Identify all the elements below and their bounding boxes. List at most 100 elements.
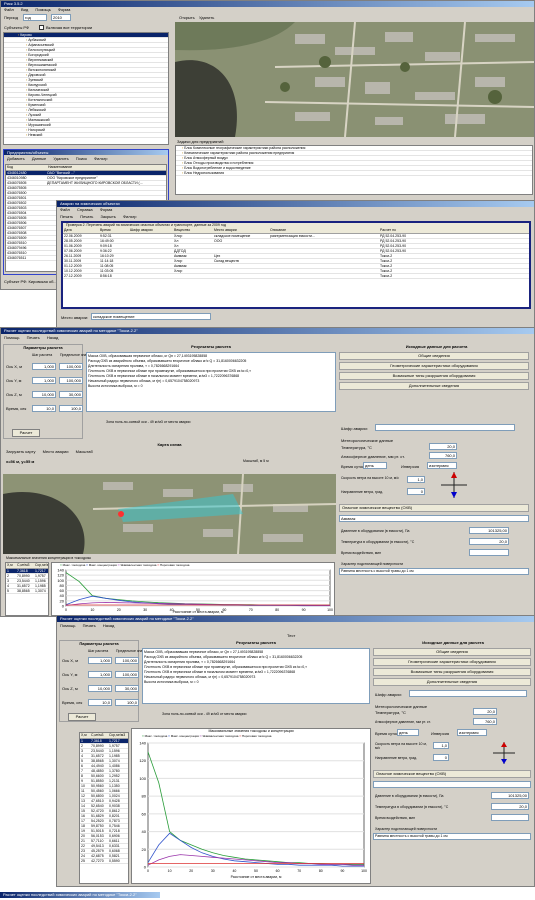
inversion-select[interactable]: изотермия	[427, 462, 457, 469]
chemical-field-4[interactable]	[373, 781, 531, 788]
param-step-field[interactable]: 10,0	[88, 699, 112, 706]
filter-button-2[interactable]: Фильтр	[123, 214, 136, 219]
tree-item[interactable]: ▪ Немский	[4, 133, 168, 138]
accidents-menu-help[interactable]: Справка	[77, 207, 93, 212]
param-max-field[interactable]: 100,0	[59, 405, 83, 412]
direction-field[interactable]: 0	[407, 488, 425, 495]
param-max-field[interactable]: 30,000	[59, 391, 83, 398]
geometry-button[interactable]: Геометрические характеристики оборудован…	[339, 362, 529, 370]
param-step-field[interactable]: 10,000	[88, 685, 112, 692]
param-step-field[interactable]: 10,000	[32, 391, 56, 398]
all-territories-checkbox[interactable]	[39, 25, 44, 30]
time-of-day-select-4[interactable]: день	[397, 729, 419, 736]
accidents-menu-file[interactable]: Файл	[60, 207, 70, 212]
exposure-time-label: Время воздействия, мин	[341, 551, 382, 555]
param-max-field[interactable]: 100,0	[115, 699, 139, 706]
search-button[interactable]: Поиск	[76, 156, 87, 161]
destruction-types-button-4[interactable]: Возможные типы разрушения оборудования	[373, 668, 531, 676]
equip-pressure-field[interactable]: 101325,00	[469, 527, 509, 534]
param-label: Ось Y, м	[62, 672, 78, 677]
year-select[interactable]: 2010	[51, 14, 71, 21]
accidents-menu-form[interactable]: Форма	[100, 207, 112, 212]
wind-field-4[interactable]: 1,0	[433, 742, 449, 749]
destruction-types-button[interactable]: Возможные типы разрушения оборудования	[339, 372, 529, 380]
hazard-map[interactable]	[3, 474, 336, 554]
substance-field-4[interactable]	[409, 690, 527, 697]
general-info-button[interactable]: Общие сведения	[339, 352, 529, 360]
param-max-field[interactable]: 30,000	[115, 685, 139, 692]
menu-form[interactable]: Форма	[58, 7, 70, 12]
param-max-field[interactable]: 100,000	[59, 377, 83, 384]
print-button[interactable]: Печать	[60, 214, 73, 219]
geometry-button-4[interactable]: Геометрические характеристики оборудован…	[373, 658, 531, 666]
load-map-button[interactable]: Загрузить карту	[6, 449, 35, 454]
param-step-field[interactable]: 1,000	[32, 363, 56, 370]
param-max-field[interactable]: 100,000	[59, 363, 83, 370]
param-step-field[interactable]: 1,000	[88, 671, 112, 678]
direction-label: Направление ветра, град.	[341, 490, 384, 494]
scale-button[interactable]: Масштаб	[76, 449, 93, 454]
additional-info-button[interactable]: Дополнительные сведения	[339, 382, 529, 390]
plot-area	[147, 742, 365, 868]
temp-field-4[interactable]: 20,0	[473, 708, 497, 715]
back-button[interactable]: Назад	[47, 335, 58, 340]
calc-button[interactable]: Расчет	[12, 429, 40, 437]
menu-file[interactable]: Файл	[4, 7, 14, 12]
toxi-chart-window: Расчет оценки последствий химических ава…	[56, 615, 535, 887]
param-step-field[interactable]: 10,0	[32, 405, 56, 412]
result-line: Высота источника выброса, м = 0	[144, 680, 199, 684]
task-item[interactable]: ▪ Блок Недропользования	[176, 171, 532, 176]
general-info-button-4[interactable]: Общие сведения	[373, 648, 531, 656]
table-row[interactable]: 5 38,8565 1,3074	[6, 589, 48, 594]
surface-select-4[interactable]: Равнина местность с высотой травы до 1 с…	[373, 833, 531, 840]
back-button-4[interactable]: Назад	[103, 623, 114, 628]
close-button[interactable]: Закрыть	[100, 214, 115, 219]
print-button-4[interactable]: Печать	[83, 623, 96, 628]
equip-temp-field-4[interactable]: 20,0	[491, 803, 529, 810]
exposure-time-field-4[interactable]	[491, 814, 529, 821]
menu-view[interactable]: Вид	[21, 7, 28, 12]
tasks-tree: ▪ Блок Комплексные географические характ…	[175, 145, 533, 195]
chemical-title-4[interactable]: Опасное химическое вещество (ОХВ)	[373, 770, 531, 778]
satellite-map-top[interactable]	[175, 22, 534, 137]
place-field[interactable]: складское помещение	[91, 313, 211, 320]
equip-temp-field[interactable]: 20,0	[469, 538, 509, 545]
menu-help[interactable]: Помощь	[35, 7, 50, 12]
calc-button-4[interactable]: Расчет	[68, 713, 96, 721]
add-button[interactable]: Добавить	[7, 156, 25, 161]
table-row[interactable]: 27.12.2009 8:56:18 Токси-2	[63, 274, 529, 279]
exposure-time-field[interactable]	[469, 549, 509, 556]
wind-field[interactable]: 1,0	[407, 476, 425, 483]
param-max-field[interactable]: 100,000	[115, 657, 139, 664]
open-button[interactable]: Открыть	[179, 15, 195, 20]
print-button-2[interactable]: Печать	[80, 214, 93, 219]
direction-field-4[interactable]: 0	[433, 754, 449, 761]
equip-pressure-field-4[interactable]: 101325,00	[491, 792, 529, 799]
help-button-4[interactable]: Помощь	[60, 623, 75, 628]
additional-info-button-4[interactable]: Дополнительные сведения	[373, 678, 531, 686]
chemical-field[interactable]: Аммиак	[339, 515, 529, 522]
delete-button[interactable]: Удалить	[199, 15, 214, 20]
help-button[interactable]: Помощь	[4, 335, 19, 340]
accident-place-button[interactable]: Место аварии	[43, 449, 69, 454]
pressure-field[interactable]: 760,0	[429, 452, 457, 459]
mini-cell: 5	[7, 589, 9, 593]
filter-button[interactable]: Фильтр	[94, 156, 107, 161]
data-button[interactable]: Данные	[32, 156, 46, 161]
substance-field[interactable]	[375, 424, 515, 431]
print-button-3[interactable]: Печать	[27, 335, 40, 340]
period-select[interactable]: год	[23, 14, 47, 21]
table-row[interactable]: 25 42,7270 0,5590	[80, 859, 128, 864]
surface-select[interactable]: Равнина местность с высотой травы до 1 с…	[339, 568, 529, 575]
tree-item-label: Лузский	[28, 113, 42, 117]
inversion-select-4[interactable]: изотермия	[457, 729, 487, 736]
remove-button[interactable]: Удалить	[53, 156, 68, 161]
temp-field[interactable]: 20,0	[429, 443, 457, 450]
param-step-field[interactable]: 1,000	[32, 377, 56, 384]
max-conc-label: Максимальные значения концентрации в ток…	[6, 556, 92, 560]
param-max-field[interactable]: 100,000	[115, 671, 139, 678]
chemical-title[interactable]: Опасное химическое вещество (ОХВ)	[339, 504, 529, 512]
pressure-field-4[interactable]: 760,0	[473, 718, 497, 725]
time-of-day-select[interactable]: день	[363, 462, 387, 469]
param-step-field[interactable]: 1,000	[88, 657, 112, 664]
